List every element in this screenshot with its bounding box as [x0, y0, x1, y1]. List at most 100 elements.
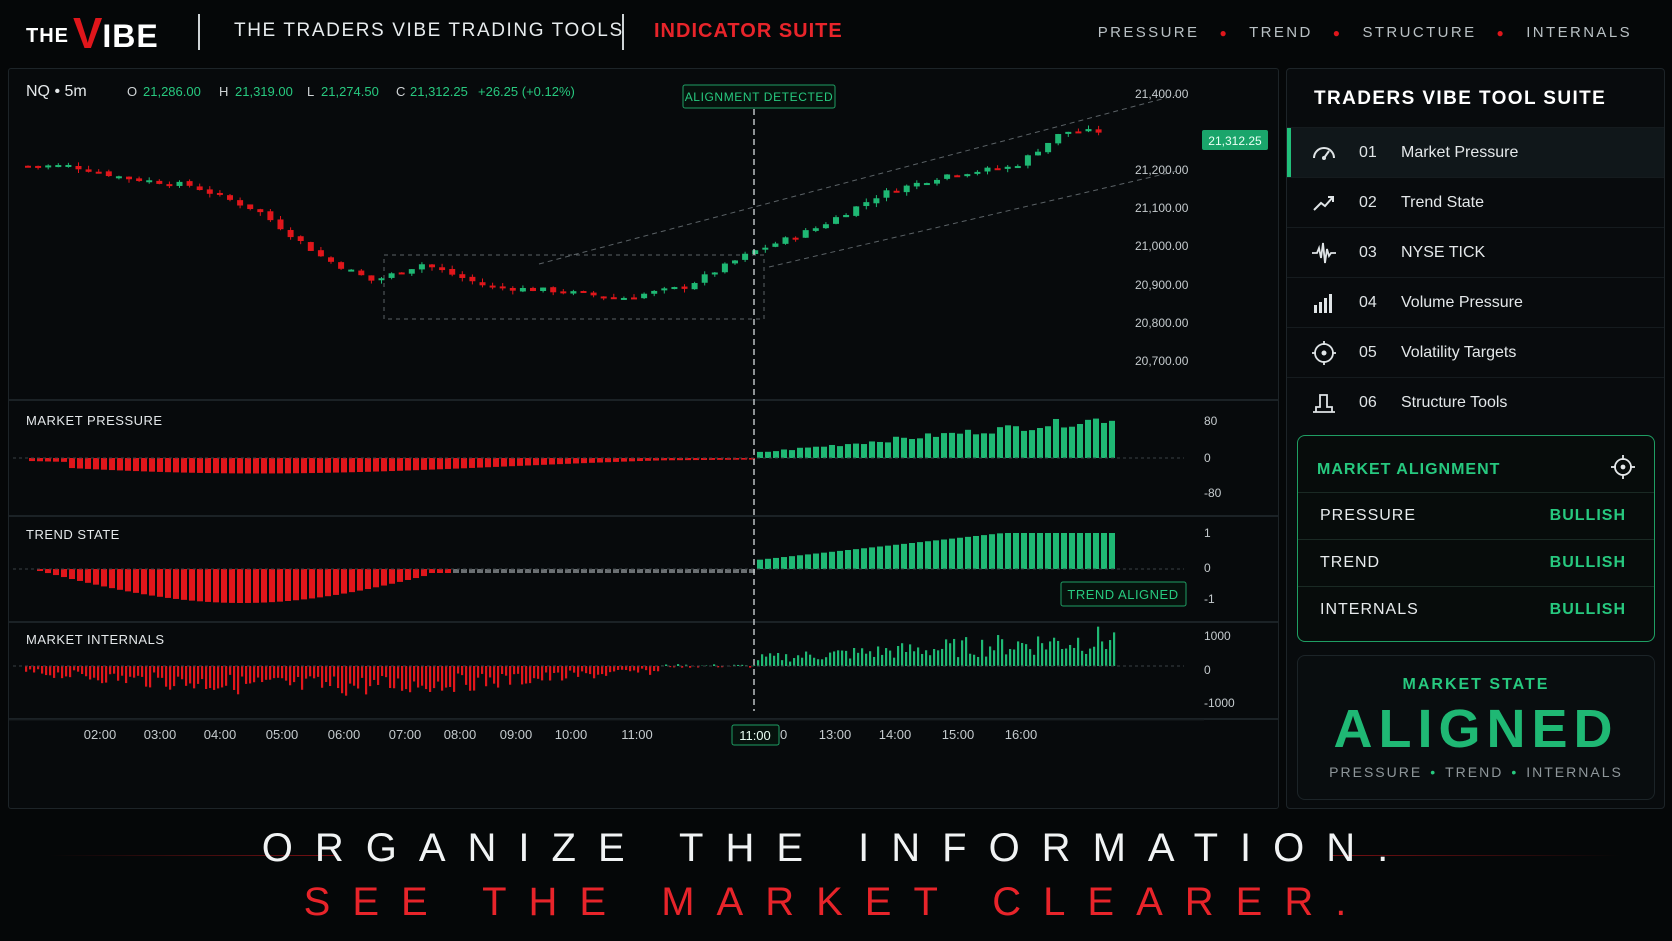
tool-suite-sidebar: TRADERS VIBE TOOL SUITE 01 Market Pressu… [1286, 68, 1665, 809]
internals-bar [485, 666, 488, 687]
menu-item-market-pressure[interactable]: 01 Market Pressure [1287, 127, 1664, 177]
candle-body [368, 275, 375, 281]
trend-bar [45, 569, 51, 574]
trend-bar [213, 569, 219, 603]
nav-structure[interactable]: STRUCTURE [1362, 24, 1476, 41]
internals-bar [525, 666, 528, 684]
internals-bar [181, 666, 184, 680]
internals-bar [385, 666, 388, 678]
internals-bar [621, 666, 624, 670]
internals-bar [473, 666, 476, 691]
internals-bar [541, 666, 544, 681]
chart-panel[interactable]: NQ • 5m O 21,286.00 H 21,319.00 L 21,274… [8, 68, 1279, 809]
internals-bar [249, 666, 252, 684]
internals-bar [101, 666, 104, 684]
internals-bar [545, 666, 548, 673]
crosshair-icon[interactable] [1610, 454, 1636, 480]
candle-body [126, 176, 132, 180]
trend-bar [1101, 533, 1107, 569]
price-chart[interactable]: NQ • 5m O 21,286.00 H 21,319.00 L 21,274… [9, 69, 1278, 808]
pressure-bar [333, 458, 339, 473]
menu-item-nyse-tick[interactable]: 03 NYSE TICK [1287, 227, 1664, 277]
trend-bar [501, 569, 507, 573]
pressure-bar [861, 444, 867, 458]
nav-pressure[interactable]: PRESSURE [1098, 24, 1200, 41]
menu-item-trend-state[interactable]: 02 Trend State [1287, 177, 1664, 227]
candle-body [550, 287, 557, 293]
pressure-histogram [29, 418, 1115, 474]
candle-body [782, 237, 789, 244]
candle-body [449, 269, 456, 275]
trend-bar [781, 557, 787, 569]
internals-bar [997, 635, 1000, 666]
svg-text:1000: 1000 [1204, 629, 1231, 643]
internals-bar [1005, 654, 1008, 666]
pressure-bar [973, 434, 979, 458]
pressure-bar [277, 458, 283, 474]
pressure-bar [445, 458, 451, 469]
internals-bar [129, 666, 132, 677]
pressure-bar [117, 458, 123, 471]
internals-bar [337, 666, 340, 689]
internals-bar [301, 666, 304, 690]
trend-bar [421, 569, 427, 577]
internals-bar [1101, 641, 1104, 666]
internals-bar [813, 657, 816, 666]
candle-body [671, 287, 678, 290]
trend-bar [653, 569, 659, 573]
menu-item-structure-tools[interactable]: 06 Structure Tools [1287, 377, 1664, 427]
internals-bar [889, 650, 892, 666]
internals-bar [365, 666, 368, 695]
internals-bar [413, 666, 416, 682]
nav-internals[interactable]: INTERNALS [1526, 24, 1632, 41]
current-time-text: 11:00 [739, 728, 771, 743]
internals-bar [913, 651, 916, 666]
candle-body [469, 276, 476, 282]
menu-item-volume-pressure[interactable]: 04 Volume Pressure [1287, 277, 1664, 327]
pressure-bar [541, 458, 547, 465]
candle-body [479, 282, 486, 286]
internals-bar [1021, 642, 1024, 666]
internals-bar [89, 666, 92, 680]
internals-bar [1109, 640, 1112, 666]
candle-body [620, 297, 627, 300]
svg-text:0: 0 [1204, 451, 1211, 465]
internals-bar [137, 666, 140, 676]
pressure-bar [781, 449, 787, 458]
candle-body [25, 165, 31, 168]
menu-item-number: 02 [1359, 193, 1377, 211]
state-sub-pressure: PRESSURE [1329, 764, 1423, 780]
internals-bar [605, 666, 608, 676]
internals-bar [1041, 643, 1044, 666]
pressure-bar [309, 458, 315, 474]
internals-bar [865, 653, 868, 666]
price-tick: 20,900.00 [1135, 278, 1189, 292]
internals-bar [957, 657, 960, 666]
internals-bar [629, 666, 632, 672]
internals-bar [593, 666, 596, 679]
internals-bar [849, 658, 852, 666]
candle-body [75, 166, 82, 170]
pressure-bar [525, 458, 531, 466]
trend-bar [893, 544, 899, 569]
nav-trend[interactable]: TREND [1249, 24, 1313, 41]
internals-bar [217, 666, 220, 689]
internals-bar [897, 646, 900, 666]
candle-body [1085, 129, 1092, 132]
internals-bar [529, 666, 532, 684]
internals-bar [853, 648, 856, 666]
trend-bar [693, 569, 699, 573]
trend-bar [917, 542, 923, 569]
trend-bar [717, 569, 723, 573]
time-tick: 05:00 [266, 727, 299, 742]
trend-aligned-text: TREND ALIGNED [1067, 587, 1178, 602]
trend-bar [493, 569, 499, 573]
trend-bar [669, 569, 675, 573]
pressure-bar [1029, 430, 1035, 458]
internals-bar [949, 643, 952, 666]
trend-bar [1053, 533, 1059, 569]
menu-item-volatility-targets[interactable]: 05 Volatility Targets [1287, 327, 1664, 377]
trend-bar [605, 569, 611, 573]
candle-body [631, 297, 637, 300]
candle-body [398, 272, 405, 275]
